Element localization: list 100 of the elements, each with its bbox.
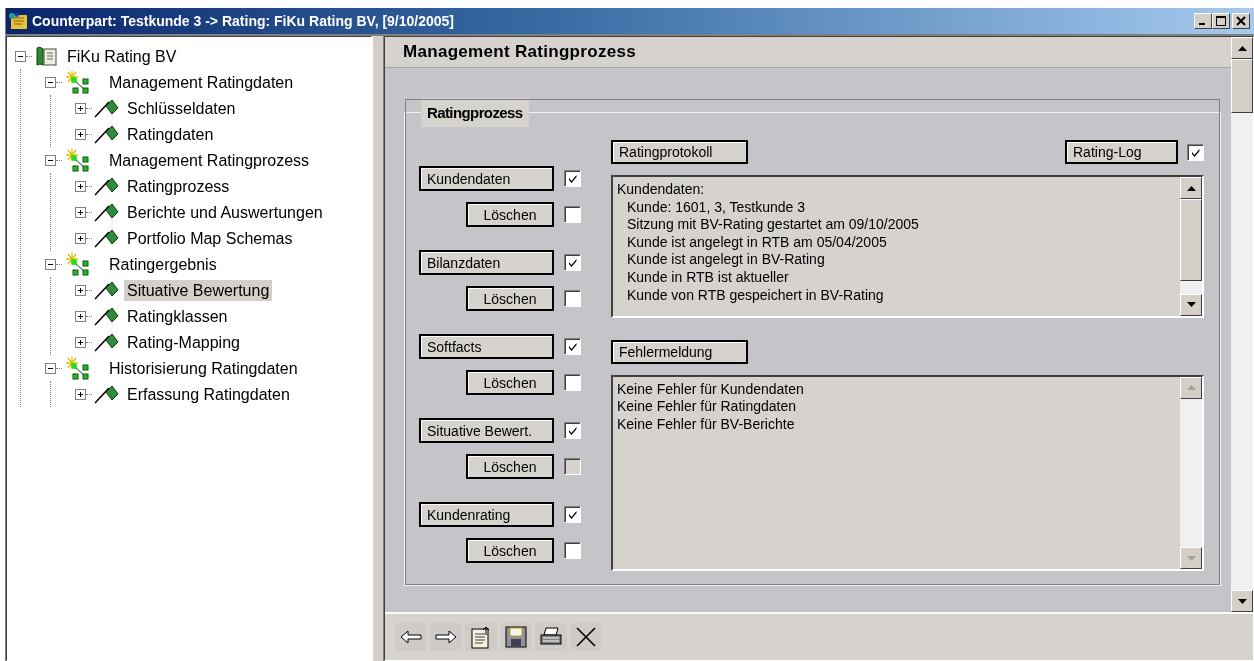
- expand-toggle[interactable]: [75, 180, 86, 192]
- expand-toggle[interactable]: [75, 206, 86, 218]
- tree-item[interactable]: FiKu Rating BV: [64, 45, 180, 67]
- down-arrow-icon: [1186, 555, 1196, 561]
- checkbox[interactable]: [564, 422, 581, 439]
- delete-label: Löschen: [466, 370, 554, 395]
- checkbox[interactable]: [564, 254, 581, 271]
- collapse-toggle[interactable]: [45, 76, 56, 88]
- expand-toggle[interactable]: [75, 232, 86, 244]
- save-button[interactable]: [500, 623, 532, 651]
- checkbox[interactable]: [564, 290, 581, 307]
- check-icon: [566, 256, 579, 269]
- step-label: Softfacts: [419, 334, 554, 359]
- check-icon: [566, 172, 579, 185]
- expand-toggle[interactable]: [75, 336, 86, 348]
- pen-icon: [94, 98, 120, 118]
- splitter[interactable]: [372, 36, 384, 661]
- scrollbar[interactable]: [1180, 376, 1202, 569]
- pen-icon: [94, 280, 120, 300]
- tree-item[interactable]: Ratingergebnis: [106, 253, 220, 275]
- pen-icon: [94, 202, 120, 222]
- maximize-button[interactable]: [1212, 13, 1230, 29]
- collapse-toggle[interactable]: [15, 50, 26, 62]
- checkbox[interactable]: [564, 542, 581, 559]
- expand-toggle[interactable]: [75, 310, 86, 322]
- pen-icon: [94, 124, 120, 144]
- maximize-icon: [1216, 16, 1226, 26]
- delete-label: Löschen: [466, 202, 554, 227]
- scroll-thumb[interactable]: [1231, 59, 1253, 113]
- scrollbar[interactable]: [1231, 37, 1253, 612]
- clipboard-button[interactable]: [465, 623, 497, 651]
- tree-item[interactable]: Schlüsseldaten: [124, 97, 239, 119]
- pen-icon: [94, 228, 120, 248]
- panel-header: Management Ratingprozess: [385, 37, 1231, 68]
- log-line: Keine Fehler für Ratingdaten: [617, 398, 797, 416]
- pen-icon: [94, 176, 120, 196]
- check-icon: [566, 424, 579, 437]
- scroll-down-button[interactable]: [1180, 547, 1202, 569]
- log-line: Kunde: 1601, 3, Testkunde 3: [626, 198, 806, 217]
- step-label: Situative Bewert.: [419, 418, 554, 443]
- forward-arrow-icon: [434, 628, 458, 646]
- checkbox[interactable]: [564, 374, 581, 391]
- delete-label: Löschen: [466, 538, 554, 563]
- log-text-area[interactable]: [611, 175, 1204, 318]
- scroll-up-button[interactable]: [1180, 376, 1202, 399]
- down-arrow-icon: [1237, 598, 1247, 604]
- log-line: Kunde ist angelegt in RTB am 05/04/2005: [626, 233, 888, 252]
- tree-item[interactable]: Historisierung Ratingdaten: [106, 357, 301, 379]
- tree-item[interactable]: Rating-Mapping: [124, 331, 243, 353]
- network-icon: [64, 252, 90, 276]
- back-arrow-button[interactable]: [395, 623, 427, 651]
- forward-arrow-button[interactable]: [430, 623, 462, 651]
- error-text-area[interactable]: Keine Fehler für Kundendaten Keine Fehler für Ratingdaten Keine Fehler für BV-Berichte: [611, 374, 1204, 571]
- collapse-toggle[interactable]: [45, 362, 56, 374]
- expand-toggle[interactable]: [75, 284, 86, 296]
- collapse-toggle[interactable]: [45, 258, 56, 270]
- scroll-up-button[interactable]: [1231, 37, 1253, 59]
- checkbox[interactable]: [1187, 143, 1204, 161]
- tree-item[interactable]: Ratingklassen: [124, 305, 231, 327]
- tree-item[interactable]: Berichte und Auswertungen: [124, 201, 326, 223]
- expand-toggle[interactable]: [75, 128, 86, 140]
- step-label: Kundendaten: [419, 166, 554, 191]
- expand-toggle[interactable]: [75, 388, 86, 400]
- scroll-down-button[interactable]: [1231, 590, 1253, 612]
- checkbox[interactable]: [564, 338, 581, 355]
- minimize-button[interactable]: [1194, 13, 1212, 29]
- tree-item[interactable]: Situative Bewertung: [124, 279, 273, 301]
- log-line: Keine Fehler für Kundendaten: [617, 380, 805, 399]
- close-button[interactable]: [1232, 13, 1250, 29]
- delete-label: Löschen: [466, 286, 554, 311]
- checkbox[interactable]: [564, 206, 581, 223]
- tree-item[interactable]: Ratingdaten: [124, 123, 217, 145]
- log-line: Kunde in RTB ist aktueller: [626, 268, 790, 287]
- scroll-thumb[interactable]: [1180, 199, 1202, 281]
- section-label: Ratingprotokoll: [611, 140, 748, 164]
- scroll-down-button[interactable]: [1180, 293, 1202, 316]
- network-icon: [64, 70, 90, 94]
- save-icon: [504, 625, 528, 649]
- cross-button[interactable]: [570, 623, 602, 651]
- window-title: Counterpart: Testkunde 3 -> Rating: FiKu Rating BV, [9/10/2005]: [32, 13, 456, 29]
- printer-button[interactable]: [535, 623, 567, 651]
- tree-item[interactable]: Management Ratingdaten: [106, 71, 297, 93]
- up-arrow-icon: [1186, 385, 1196, 391]
- check-icon: [566, 340, 579, 353]
- tree-item[interactable]: Erfassung Ratingdaten: [124, 383, 293, 405]
- network-icon: [64, 148, 90, 172]
- network-icon: [64, 356, 90, 380]
- tree-item[interactable]: Portfolio Map Schemas: [124, 227, 296, 249]
- cross-icon: [574, 625, 598, 649]
- pen-icon: [94, 306, 120, 326]
- log-line: Kunde ist angelegt in BV-Rating: [626, 251, 826, 269]
- tree-item[interactable]: Ratingprozess: [124, 175, 233, 197]
- tree-item[interactable]: Management Ratingprozess: [106, 149, 313, 171]
- checkbox[interactable]: [564, 170, 581, 187]
- expand-toggle[interactable]: [75, 102, 86, 114]
- collapse-toggle[interactable]: [45, 154, 56, 166]
- step-label: Kundenrating: [419, 502, 554, 527]
- scroll-up-button[interactable]: [1180, 177, 1202, 199]
- scrollbar[interactable]: [1180, 177, 1202, 316]
- checkbox[interactable]: [564, 506, 581, 523]
